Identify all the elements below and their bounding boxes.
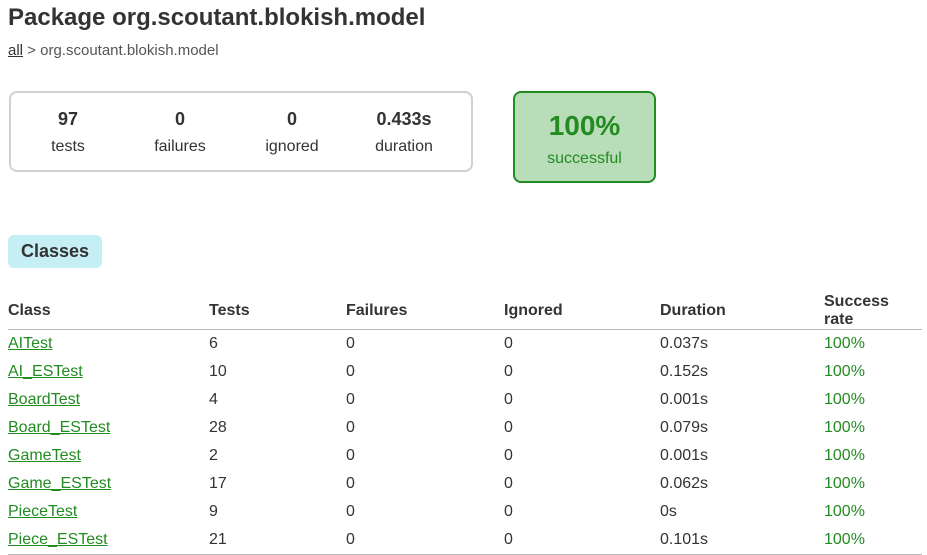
- class-link[interactable]: PieceTest: [8, 503, 77, 520]
- cell-ignored: 0: [504, 526, 660, 555]
- cell-ignored: 0: [504, 335, 513, 352]
- stat-tests-label: tests: [51, 138, 85, 155]
- cell-tests: 17: [209, 475, 227, 492]
- cell-duration: 0s: [660, 503, 677, 520]
- table-row: AITest 6 0 0 0.037s 100%: [8, 330, 922, 359]
- stat-ignored: 0 ignored: [237, 109, 347, 156]
- success-rate-value: 100%: [548, 110, 621, 141]
- cell-tests: 28: [209, 419, 227, 436]
- cell-failures: 0: [346, 391, 355, 408]
- cell-duration: 0.062s: [660, 475, 709, 492]
- cell-success-rate: 100%: [824, 363, 865, 380]
- cell-duration: 0.101s: [660, 526, 824, 555]
- cell-ignored: 0: [504, 363, 513, 380]
- table-row: Board_ESTest 28 0 0 0.079s 100%: [8, 414, 922, 442]
- cell-ignored: 0: [504, 391, 513, 408]
- classes-table: Class Tests Failures Ignored Duration Su…: [8, 293, 922, 555]
- cell-duration: 0.001s: [660, 391, 709, 408]
- cell-failures: 0: [346, 363, 355, 380]
- table-row: PieceTest 9 0 0 0s 100%: [8, 498, 922, 526]
- cell-success-rate: 100%: [824, 391, 865, 408]
- cell-success-rate: 100%: [824, 335, 865, 352]
- cell-success-rate: 100%: [824, 526, 922, 555]
- class-link[interactable]: AITest: [8, 335, 52, 352]
- stat-ignored-label: ignored: [265, 138, 319, 155]
- class-link[interactable]: AI_ESTest: [8, 363, 83, 380]
- cell-tests: 6: [209, 335, 218, 352]
- header-class: Class: [8, 293, 209, 330]
- stat-failures-label: failures: [154, 138, 206, 155]
- success-rate-label: successful: [547, 150, 622, 167]
- cell-ignored: 0: [504, 475, 513, 492]
- stat-failures-value: 0: [174, 109, 185, 129]
- header-failures: Failures: [346, 293, 504, 330]
- cell-ignored: 0: [504, 447, 513, 464]
- cell-tests: 9: [209, 503, 218, 520]
- stat-tests: 97 tests: [13, 109, 123, 156]
- cell-duration: 0.152s: [660, 363, 709, 380]
- cell-tests: 4: [209, 391, 218, 408]
- table-row: Piece_ESTest 21 0 0 0.101s 100%: [8, 526, 922, 555]
- cell-duration: 0.037s: [660, 335, 709, 352]
- class-link[interactable]: Piece_ESTest: [8, 531, 108, 548]
- cell-ignored: 0: [504, 503, 513, 520]
- breadcrumb: all > org.scoutant.blokish.model: [8, 42, 219, 59]
- cell-duration: 0.001s: [660, 447, 709, 464]
- cell-success-rate: 100%: [824, 419, 865, 436]
- table-row: Game_ESTest 17 0 0 0.062s 100%: [8, 470, 922, 498]
- cell-success-rate: 100%: [824, 447, 865, 464]
- cell-failures: 0: [346, 503, 355, 520]
- cell-tests: 21: [209, 526, 346, 555]
- cell-duration: 0.079s: [660, 419, 709, 436]
- cell-ignored: 0: [504, 419, 513, 436]
- stat-duration: 0.433s duration: [349, 109, 459, 156]
- cell-failures: 0: [346, 526, 504, 555]
- stat-duration-label: duration: [375, 138, 433, 155]
- header-success-rate: Success rate: [824, 293, 922, 330]
- stat-failures: 0 failures: [125, 109, 235, 156]
- cell-failures: 0: [346, 447, 355, 464]
- cell-failures: 0: [346, 419, 355, 436]
- cell-failures: 0: [346, 335, 355, 352]
- class-link[interactable]: GameTest: [8, 447, 81, 464]
- page-title: Package org.scoutant.blokish.model: [8, 4, 426, 31]
- breadcrumb-link-all[interactable]: all: [8, 42, 23, 59]
- stat-tests-value: 97: [57, 109, 79, 129]
- header-duration: Duration: [660, 293, 824, 330]
- success-rate-box: 100% successful: [513, 91, 656, 183]
- table-row: AI_ESTest 10 0 0 0.152s 100%: [8, 358, 922, 386]
- table-row: BoardTest 4 0 0 0.001s 100%: [8, 386, 922, 414]
- cell-success-rate: 100%: [824, 503, 865, 520]
- class-link[interactable]: BoardTest: [8, 391, 80, 408]
- table-header-row: Class Tests Failures Ignored Duration Su…: [8, 293, 922, 330]
- cell-tests: 2: [209, 447, 218, 464]
- table-row: GameTest 2 0 0 0.001s 100%: [8, 442, 922, 470]
- breadcrumb-current: org.scoutant.blokish.model: [40, 42, 219, 59]
- cell-tests: 10: [209, 363, 227, 380]
- header-ignored: Ignored: [504, 293, 660, 330]
- summary-box: 97 tests 0 failures 0 ignored 0.433s dur…: [9, 91, 473, 172]
- stat-ignored-value: 0: [286, 109, 297, 129]
- tab-classes[interactable]: Classes: [8, 235, 102, 268]
- stat-duration-value: 0.433s: [376, 109, 432, 129]
- header-tests: Tests: [209, 293, 346, 330]
- cell-success-rate: 100%: [824, 475, 865, 492]
- class-link[interactable]: Game_ESTest: [8, 475, 111, 492]
- breadcrumb-separator: >: [23, 42, 41, 59]
- cell-failures: 0: [346, 475, 355, 492]
- class-link[interactable]: Board_ESTest: [8, 419, 110, 436]
